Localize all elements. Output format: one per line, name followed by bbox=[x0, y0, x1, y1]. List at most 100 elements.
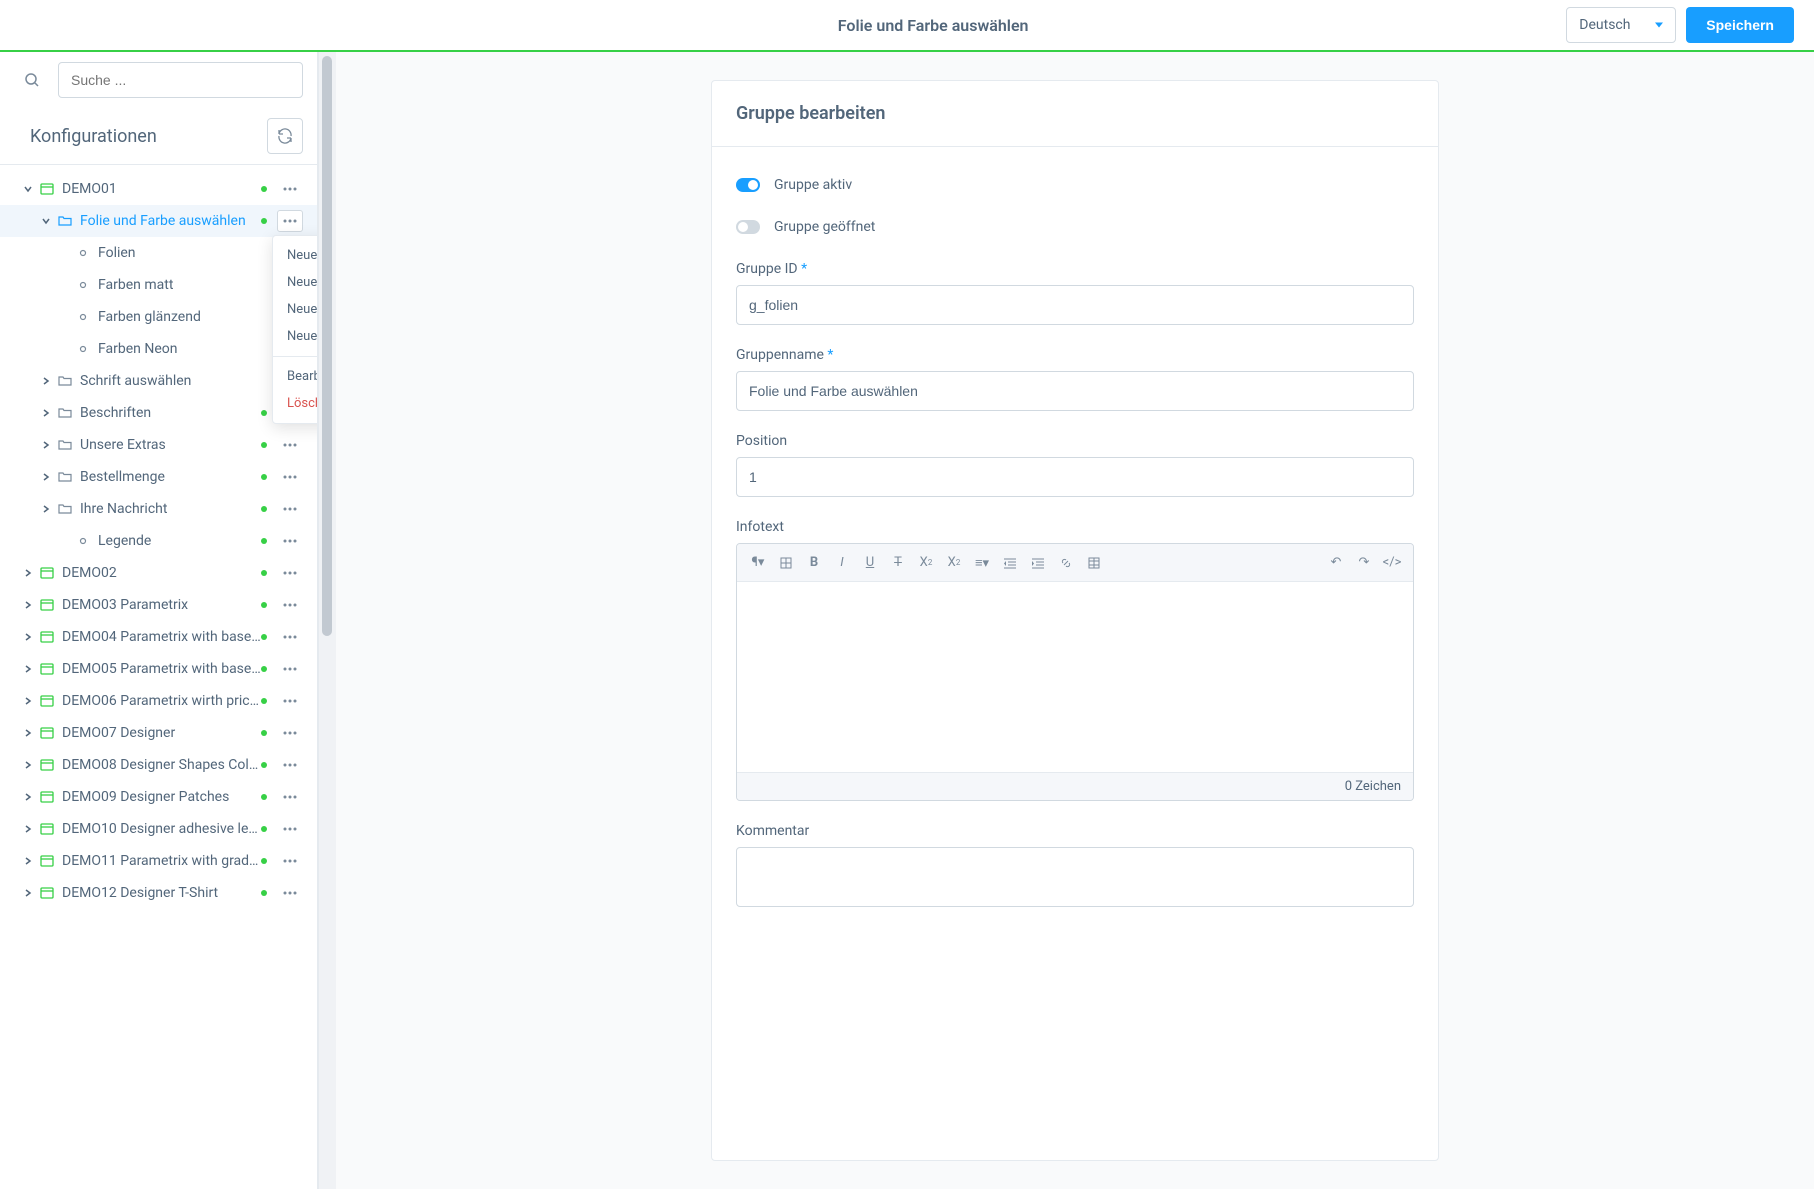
tree-row[interactable]: Folien bbox=[0, 237, 317, 269]
chevron-right-icon[interactable] bbox=[36, 376, 56, 386]
status-dot bbox=[261, 794, 267, 800]
tree-row[interactable]: Legende bbox=[0, 525, 317, 557]
chevron-right-icon[interactable] bbox=[18, 568, 38, 578]
tree-row[interactable]: Bestellmenge bbox=[0, 461, 317, 493]
more-icon[interactable] bbox=[277, 658, 303, 680]
tree-row[interactable]: DEMO01 bbox=[0, 173, 317, 205]
group-id-input[interactable] bbox=[736, 285, 1414, 325]
more-icon[interactable] bbox=[277, 530, 303, 552]
more-icon[interactable] bbox=[277, 722, 303, 744]
rte-italic-icon[interactable]: I bbox=[829, 550, 855, 576]
chevron-right-icon[interactable] bbox=[18, 696, 38, 706]
comment-input[interactable] bbox=[736, 847, 1414, 907]
chevron-right-icon[interactable] bbox=[36, 504, 56, 514]
rte-undo-icon[interactable]: ↶ bbox=[1323, 550, 1349, 576]
more-icon[interactable] bbox=[277, 178, 303, 200]
chevron-right-icon[interactable] bbox=[18, 728, 38, 738]
more-icon[interactable] bbox=[277, 466, 303, 488]
chevron-right-icon[interactable] bbox=[36, 440, 56, 450]
tree-row[interactable]: Farben glänzend bbox=[0, 301, 317, 333]
rte-strike-icon[interactable]: T bbox=[885, 550, 911, 576]
more-icon[interactable] bbox=[277, 690, 303, 712]
more-icon[interactable] bbox=[277, 786, 303, 808]
rte-indent-icon[interactable] bbox=[1025, 550, 1051, 576]
chevron-right-icon[interactable] bbox=[36, 472, 56, 482]
rte-code-icon[interactable]: </> bbox=[1379, 550, 1405, 576]
more-icon[interactable] bbox=[277, 594, 303, 616]
chevron-right-icon[interactable] bbox=[18, 632, 38, 642]
menu-divider bbox=[273, 356, 317, 357]
tree-row[interactable]: DEMO09 Designer Patches bbox=[0, 781, 317, 813]
position-input[interactable] bbox=[736, 457, 1414, 497]
scrollbar-thumb[interactable] bbox=[322, 56, 332, 636]
tree-row[interactable]: DEMO04 Parametrix with base price and a bbox=[0, 621, 317, 653]
chevron-right-icon[interactable] bbox=[36, 408, 56, 418]
more-icon[interactable] bbox=[277, 818, 303, 840]
tree-row[interactable]: Unsere Extras bbox=[0, 429, 317, 461]
tree-label: DEMO09 Designer Patches bbox=[62, 789, 261, 805]
folder-icon bbox=[56, 436, 74, 454]
tree-row[interactable]: DEMO12 Designer T-Shirt bbox=[0, 877, 317, 909]
refresh-button[interactable] bbox=[267, 118, 303, 154]
tree-row[interactable]: DEMO10 Designer adhesive lettering bbox=[0, 813, 317, 845]
rte-subscript-icon[interactable]: X2 bbox=[941, 550, 967, 576]
menu-item-new_before[interactable]: Neue Gruppe davor bbox=[273, 242, 317, 269]
more-icon[interactable] bbox=[277, 210, 303, 232]
chevron-down-icon[interactable] bbox=[36, 216, 56, 226]
chevron-right-icon[interactable] bbox=[18, 824, 38, 834]
menu-item-new_after[interactable]: Neue Gruppe danach bbox=[273, 269, 317, 296]
more-icon[interactable] bbox=[277, 626, 303, 648]
rte-paragraph-icon[interactable]: ¶▾ bbox=[745, 550, 771, 576]
tree-row[interactable]: DEMO02 bbox=[0, 557, 317, 589]
menu-item-edit[interactable]: Bearbeiten bbox=[273, 363, 317, 390]
tree-row[interactable]: DEMO03 Parametrix bbox=[0, 589, 317, 621]
more-icon[interactable] bbox=[277, 754, 303, 776]
group-name-input[interactable] bbox=[736, 371, 1414, 411]
rte-fullscreen-icon[interactable] bbox=[773, 550, 799, 576]
more-icon[interactable] bbox=[277, 498, 303, 520]
save-button[interactable]: Speichern bbox=[1686, 7, 1794, 43]
chevron-down-icon[interactable] bbox=[18, 184, 38, 194]
rte-table-icon[interactable] bbox=[1081, 550, 1107, 576]
chevron-right-icon[interactable] bbox=[18, 792, 38, 802]
menu-item-new_option[interactable]: Neue Optionsgruppe bbox=[273, 323, 317, 350]
tree-row[interactable]: DEMO08 Designer Shapes Colorize bbox=[0, 749, 317, 781]
tree-row[interactable]: Beschriften bbox=[0, 397, 317, 429]
chevron-right-icon[interactable] bbox=[18, 600, 38, 610]
more-icon[interactable] bbox=[277, 882, 303, 904]
config-icon bbox=[38, 564, 56, 582]
language-select[interactable]: Deutsch bbox=[1566, 7, 1676, 43]
tree-row[interactable]: DEMO06 Parametrix wirth price matrix bbox=[0, 685, 317, 717]
rte-link-icon[interactable] bbox=[1053, 550, 1079, 576]
chevron-right-icon[interactable] bbox=[18, 760, 38, 770]
toggle-group-open[interactable] bbox=[736, 220, 760, 234]
tree-row[interactable]: DEMO07 Designer bbox=[0, 717, 317, 749]
scrollbar-track[interactable] bbox=[318, 52, 336, 1189]
rte-bold-icon[interactable]: B bbox=[801, 550, 827, 576]
search-input[interactable] bbox=[58, 62, 303, 98]
chevron-right-icon[interactable] bbox=[18, 856, 38, 866]
more-icon[interactable] bbox=[277, 434, 303, 456]
chevron-right-icon[interactable] bbox=[18, 664, 38, 674]
rte-outdent-icon[interactable] bbox=[997, 550, 1023, 576]
rte-underline-icon[interactable]: U bbox=[857, 550, 883, 576]
menu-item-delete[interactable]: Löschen bbox=[273, 390, 317, 417]
tree-row[interactable]: Ihre Nachricht bbox=[0, 493, 317, 525]
tree-row[interactable]: Folie und Farbe auswählen bbox=[0, 205, 317, 237]
tree-row[interactable]: Schrift auswählen bbox=[0, 365, 317, 397]
rte-redo-icon[interactable]: ↷ bbox=[1351, 550, 1377, 576]
toggle-group-active[interactable] bbox=[736, 178, 760, 192]
rte-body[interactable] bbox=[737, 582, 1413, 772]
tree-row[interactable]: DEMO11 Parametrix with graduated prices bbox=[0, 845, 317, 877]
tree-row[interactable]: Farben Neon bbox=[0, 333, 317, 365]
more-icon[interactable] bbox=[277, 562, 303, 584]
tree-label: DEMO05 Parametrix with base price and a bbox=[62, 661, 261, 677]
tree-row[interactable]: DEMO05 Parametrix with base price and a bbox=[0, 653, 317, 685]
more-icon[interactable] bbox=[277, 850, 303, 872]
chevron-right-icon[interactable] bbox=[18, 888, 38, 898]
menu-item-new_sub[interactable]: Neue Untergruppe bbox=[273, 296, 317, 323]
rte-superscript-icon[interactable]: X2 bbox=[913, 550, 939, 576]
tree-row[interactable]: Farben matt bbox=[0, 269, 317, 301]
context-menu: Neue Gruppe davorNeue Gruppe danachNeue … bbox=[272, 235, 317, 424]
rte-align-icon[interactable]: ≡▾ bbox=[969, 550, 995, 576]
